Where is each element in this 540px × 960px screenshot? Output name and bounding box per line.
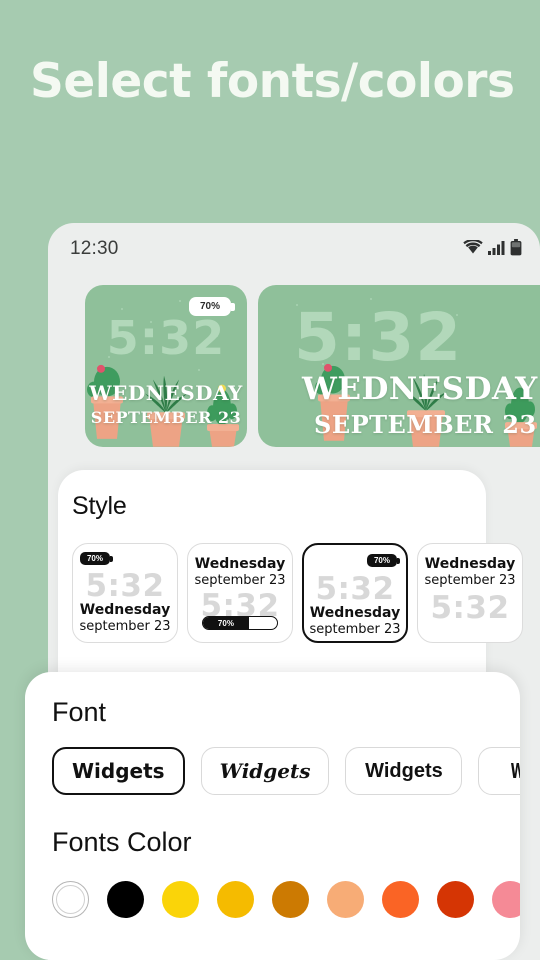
status-bar-time: 12:30 xyxy=(70,238,119,259)
color-swatch-dark-orange[interactable] xyxy=(327,881,364,918)
style-card-battery-value: 70% xyxy=(203,617,249,629)
font-chip-label: Widgets xyxy=(72,759,165,783)
battery-nub-icon xyxy=(231,302,235,311)
style-card-battery-value: 70% xyxy=(86,554,103,563)
style-card-day: Wednesday xyxy=(424,556,516,572)
style-card-date: september 23 xyxy=(424,573,516,588)
signal-icon xyxy=(488,241,505,255)
font-chip-list[interactable]: Widgets Widgets Widgets WIDGETS xyxy=(52,747,520,795)
widget-date: SEPTEMBER 23 xyxy=(314,410,537,439)
color-swatch-amber[interactable] xyxy=(272,881,309,918)
style-card-day: Wednesday xyxy=(194,556,286,572)
battery-nub-icon xyxy=(110,555,113,562)
style-section-title: Style xyxy=(72,492,127,520)
color-swatch-black[interactable] xyxy=(162,881,199,918)
style-card-day: Wednesday xyxy=(309,605,401,621)
style-card-battery-value: 70% xyxy=(373,556,390,565)
style-card-date: september 23 xyxy=(194,573,286,588)
battery-nub-icon xyxy=(397,557,400,564)
style-card-time: 5:32 xyxy=(85,568,165,604)
font-chip-label: Widgets xyxy=(365,759,443,782)
color-swatch-yellow[interactable] xyxy=(217,881,254,918)
color-swatch-white[interactable] xyxy=(52,881,89,918)
color-swatch-orange[interactable] xyxy=(437,881,474,918)
color-swatch-peach[interactable] xyxy=(382,881,419,918)
home-widget-row: 5:32 WEDNESDAY SEPTEMBER 23 70% 5:32 WED… xyxy=(48,279,540,455)
style-card-battery-badge: 70% xyxy=(80,552,113,565)
status-bar: 12:30 xyxy=(48,223,540,279)
style-card-battery-badge: 70% xyxy=(367,554,400,567)
style-card-4[interactable]: Wednesday september 23 5:32 xyxy=(417,543,523,643)
style-card-date: september 23 xyxy=(79,619,171,634)
widget-day: WEDNESDAY xyxy=(302,371,538,407)
home-widget-small[interactable]: 5:32 WEDNESDAY SEPTEMBER 23 70% xyxy=(85,285,247,447)
style-card-time: 5:32 xyxy=(315,571,395,607)
style-card-date: september 23 xyxy=(309,622,401,637)
font-chip-4[interactable]: WIDGETS xyxy=(478,747,520,795)
style-card-time: 5:32 xyxy=(430,590,510,626)
page-title: Select fonts/colors xyxy=(30,54,515,109)
font-chip-label: WIDGETS xyxy=(511,759,520,783)
style-card-3[interactable]: 70% 5:32 Wednesday september 23 xyxy=(302,543,408,643)
colors-section-title: Fonts Color xyxy=(52,827,192,857)
color-swatch-list[interactable] xyxy=(52,881,520,918)
font-chip-3[interactable]: Widgets xyxy=(345,747,463,795)
status-bar-icons xyxy=(463,239,522,256)
widget-time: 5:32 xyxy=(106,311,226,365)
widget-date: SEPTEMBER 23 xyxy=(90,408,242,427)
home-widget-large[interactable]: 5:32 WEDNESDAY SEPTEMBER 23 xyxy=(258,285,540,447)
font-panel: Font Widgets Widgets Widgets WIDGETS Fon… xyxy=(25,672,520,960)
widget-day: WEDNESDAY xyxy=(89,381,243,405)
style-card-list[interactable]: 70% 5:32 Wednesday september 23 Wednesda… xyxy=(72,543,523,643)
widget-battery-badge: 70% xyxy=(189,297,235,316)
style-card-battery-bar: 70% xyxy=(202,616,278,630)
wifi-icon xyxy=(463,240,483,254)
color-swatch-red-orange[interactable] xyxy=(492,881,520,918)
style-panel: Style 70% 5:32 Wednesday september 23 We… xyxy=(58,470,523,705)
font-chip-label: Widgets xyxy=(219,759,311,783)
style-card-day: Wednesday xyxy=(79,602,171,618)
font-chip-2[interactable]: Widgets xyxy=(200,747,330,795)
widget-time: 5:32 xyxy=(294,299,463,376)
style-card-1[interactable]: 70% 5:32 Wednesday september 23 xyxy=(72,543,178,643)
font-section-title: Font xyxy=(52,697,107,727)
font-chip-1[interactable]: Widgets xyxy=(52,747,185,795)
color-swatch-gray[interactable] xyxy=(107,881,144,918)
widget-battery-value: 70% xyxy=(199,301,220,312)
style-card-2[interactable]: Wednesday september 23 5:32 70% xyxy=(187,543,293,643)
battery-icon xyxy=(510,239,522,256)
